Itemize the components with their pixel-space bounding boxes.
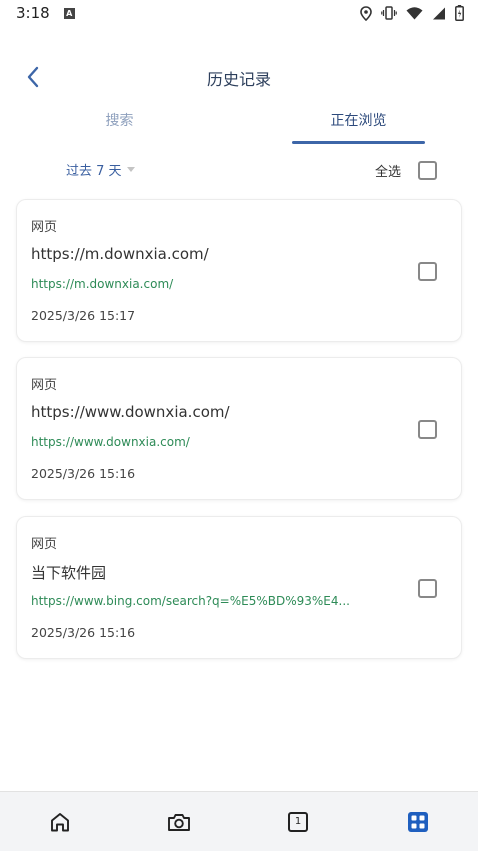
status-bar: 3:18 A xyxy=(0,0,478,26)
time-range-label: 过去 7 天 xyxy=(66,164,122,179)
time-range-dropdown[interactable]: 过去 7 天 xyxy=(66,160,135,179)
nav-home-button[interactable] xyxy=(48,810,72,834)
history-item-time: 2025/3/26 15:16 xyxy=(31,466,136,481)
history-item-checkbox[interactable] xyxy=(418,262,437,281)
filter-row: 过去 7 天 全选 xyxy=(0,156,478,184)
history-item-time: 2025/3/26 15:17 xyxy=(31,308,136,323)
history-item-checkbox[interactable] xyxy=(418,579,437,598)
status-time: 3:18 xyxy=(16,4,50,22)
vibrate-icon xyxy=(381,6,397,20)
wifi-icon xyxy=(406,6,423,19)
history-card[interactable]: 网页 https://www.downxia.com/ https://www.… xyxy=(16,357,462,500)
select-all-checkbox[interactable] xyxy=(418,161,437,180)
active-tab-indicator xyxy=(292,141,425,144)
tab-search[interactable]: 搜索 xyxy=(0,106,239,148)
history-item-title: 当下软件园 xyxy=(31,564,107,582)
apps-icon xyxy=(408,812,428,832)
history-item-url[interactable]: https://www.bing.com/search?q=%E5%BD%93%… xyxy=(31,594,361,608)
bottom-nav: 1 xyxy=(0,791,478,851)
nav-apps-button[interactable] xyxy=(406,810,430,834)
location-icon xyxy=(360,5,372,21)
header: 历史记录 xyxy=(0,56,478,98)
select-all-label: 全选 xyxy=(375,165,402,180)
history-item-url[interactable]: https://m.downxia.com/ xyxy=(31,277,361,291)
history-item-url[interactable]: https://www.downxia.com/ xyxy=(31,435,361,449)
history-card[interactable]: 网页 当下软件园 https://www.bing.com/search?q=%… xyxy=(16,516,462,659)
history-item-type: 网页 xyxy=(31,378,58,393)
history-item-time: 2025/3/26 15:16 xyxy=(31,625,136,640)
home-icon xyxy=(51,813,69,832)
history-item-type: 网页 xyxy=(31,537,58,552)
signal-icon xyxy=(433,7,445,19)
nav-camera-button[interactable] xyxy=(167,810,191,834)
history-card[interactable]: 网页 https://m.downxia.com/ https://m.down… xyxy=(16,199,462,342)
history-item-checkbox[interactable] xyxy=(418,420,437,439)
camera-icon xyxy=(168,814,190,831)
page-title: 历史记录 xyxy=(206,70,271,89)
status-icons xyxy=(360,5,464,21)
caret-down-icon xyxy=(126,167,135,172)
battery-icon xyxy=(455,5,464,21)
a-notification-icon: A xyxy=(63,7,75,19)
history-item-title: https://m.downxia.com/ xyxy=(31,245,209,263)
history-item-title: https://www.downxia.com/ xyxy=(31,403,230,421)
history-item-type: 网页 xyxy=(31,220,58,235)
nav-tabs-button[interactable]: 1 xyxy=(286,810,310,834)
tabs-icon: 1 xyxy=(288,812,308,832)
